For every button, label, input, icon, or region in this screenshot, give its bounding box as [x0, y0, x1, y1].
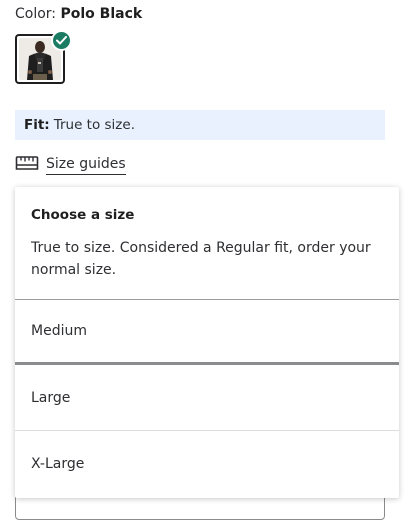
- size-menu-title: Choose a size: [31, 207, 135, 223]
- size-option-medium[interactable]: Medium: [15, 300, 399, 365]
- size-guides-link[interactable]: Size guides: [15, 154, 126, 176]
- size-menu-header: Choose a size True to size. Considered a…: [15, 187, 399, 300]
- fit-info-banner: Fit: True to size.: [15, 110, 385, 140]
- fit-text: True to size.: [53, 117, 135, 133]
- fit-label: Fit:: [24, 117, 50, 133]
- size-menu-popup: Choose a size True to size. Considered a…: [15, 187, 399, 498]
- selected-check-icon: [51, 30, 72, 51]
- size-menu-description: True to size. Considered a Regular fit, …: [31, 240, 371, 278]
- color-value: Polo Black: [60, 6, 143, 22]
- size-guides-label[interactable]: Size guides: [46, 155, 126, 175]
- ruler-icon: [15, 154, 39, 176]
- product-options: Color: Polo Black Fit: True to size. Siz…: [0, 0, 414, 528]
- color-selection-label: Color: Polo Black: [15, 5, 142, 23]
- color-label: Color:: [15, 6, 57, 22]
- size-option-large[interactable]: Large: [15, 365, 399, 431]
- size-option-x-large[interactable]: X-Large: [15, 431, 399, 497]
